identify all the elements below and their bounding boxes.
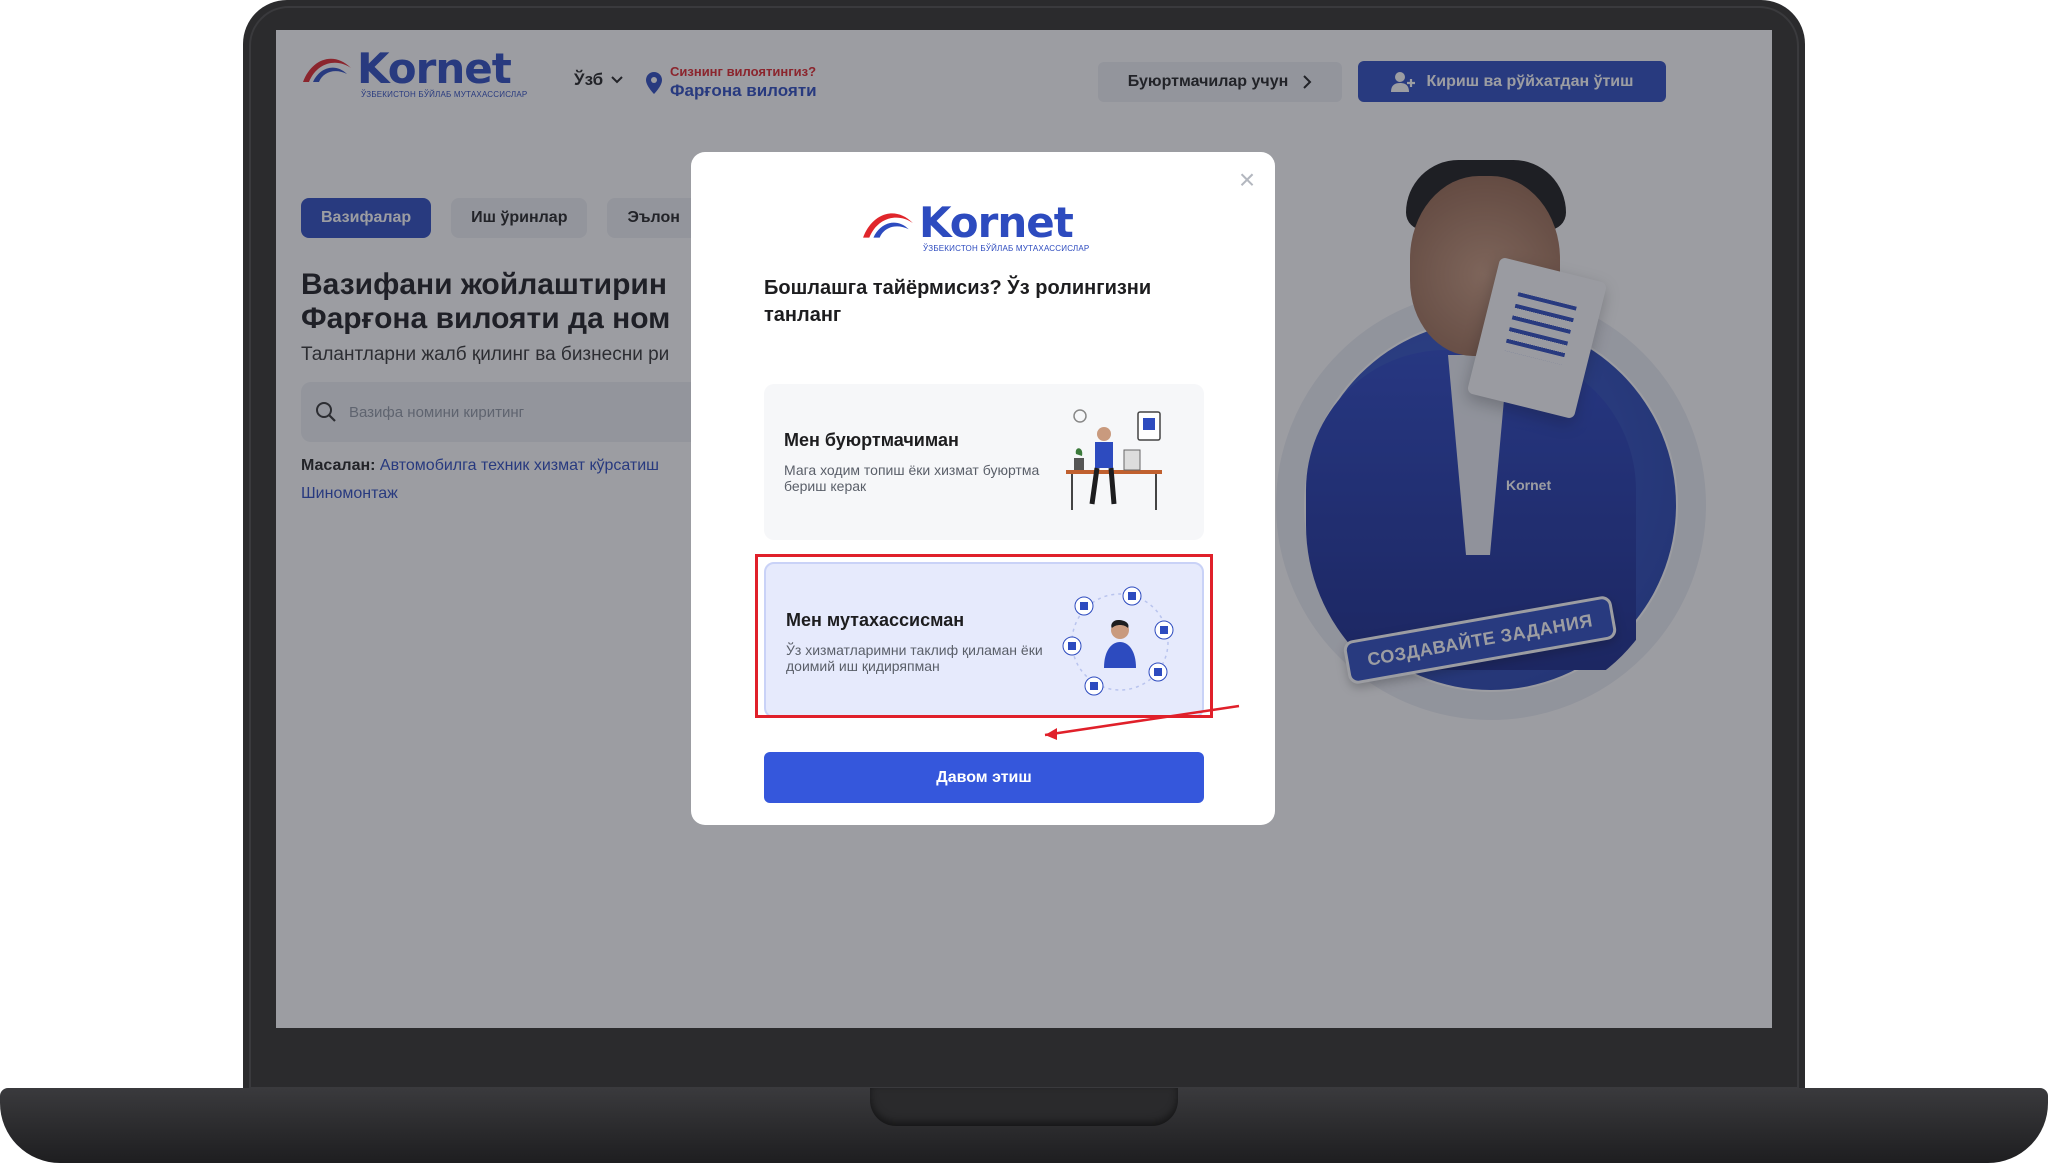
modal-logo-wordmark: Kornet (919, 198, 1074, 247)
role-card-specialist[interactable]: Мен мутахассисман Ўз хизматларимни такли… (764, 562, 1204, 718)
role-title-customer: Мен буюртмачиман (784, 430, 959, 450)
modal-logo: Kornet ЎЗБЕКИСТОН БЎЙЛАБ МУТАХАССИСЛАР (861, 202, 1089, 253)
browser-screen: Kornet ЎЗБЕКИСТОН БЎЙЛАБ МУТАХАССИСЛАР Ў… (276, 30, 1772, 1028)
continue-button[interactable]: Давом этиш (764, 752, 1204, 803)
role-selection-modal: × Kornet ЎЗБЕКИСТОН БЎЙЛАБ МУТАХАССИСЛАР… (691, 152, 1275, 825)
close-icon[interactable]: × (1237, 166, 1257, 194)
specialist-services-illustration (1062, 586, 1174, 696)
modal-logo-tagline: ЎЗБЕКИСТОН БЎЙЛАБ МУТАХАССИСЛАР (923, 244, 1090, 253)
role-card-customer[interactable]: Мен буюртмачиман Мага ходим топиш ёки хи… (764, 384, 1204, 540)
modal-title: Бошлашга тайёрмисиз? Ўз ролингизни танла… (764, 277, 1152, 326)
laptop-notch (870, 1088, 1178, 1126)
role-title-specialist: Мен мутахассисман (786, 610, 965, 630)
role-desc-specialist: Ўз хизматларимни таклиф қиламан ёки доим… (786, 642, 1043, 674)
logo-swoosh-icon (863, 213, 913, 238)
customer-office-illustration (1066, 409, 1162, 510)
screenshot-stage: Kornet ЎЗБЕКИСТОН БЎЙЛАБ МУТАХАССИСЛАР Ў… (0, 0, 2048, 1163)
role-desc-customer: Мага ходим топиш ёки хизмат буюртма бери… (784, 462, 1040, 494)
